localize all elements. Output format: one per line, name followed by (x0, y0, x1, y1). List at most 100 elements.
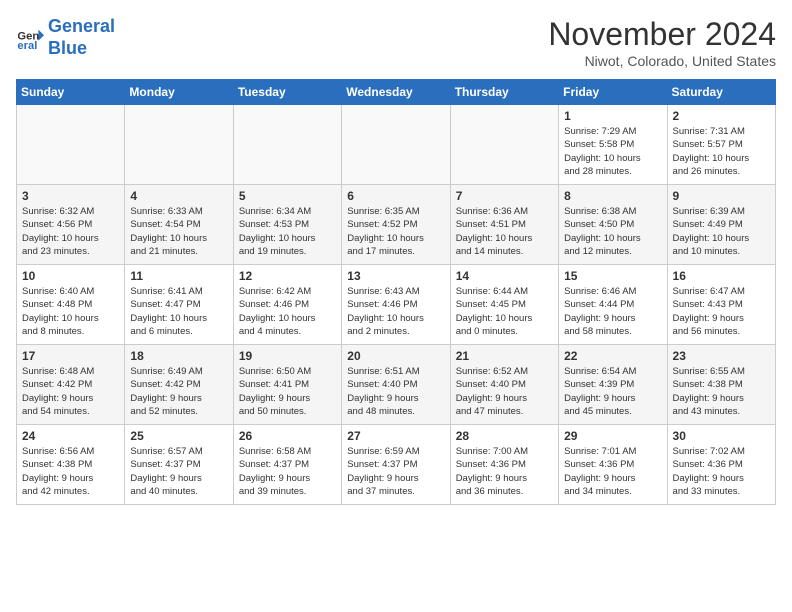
day-number: 15 (564, 269, 661, 283)
logo-line2: Blue (48, 38, 87, 58)
logo-text: General Blue (48, 16, 115, 59)
svg-text:eral: eral (17, 40, 37, 52)
day-number: 11 (130, 269, 227, 283)
day-info: Sunrise: 7:01 AM Sunset: 4:36 PM Dayligh… (564, 445, 661, 498)
day-cell: 29 Sunrise: 7:01 AM Sunset: 4:36 PM Dayli… (559, 425, 667, 505)
day-cell: 24 Sunrise: 6:56 AM Sunset: 4:38 PM Dayli… (17, 425, 125, 505)
day-cell: 18 Sunrise: 6:49 AM Sunset: 4:42 PM Dayli… (125, 345, 233, 425)
location-subtitle: Niwot, Colorado, United States (548, 53, 776, 69)
weekday-header-sunday: Sunday (17, 80, 125, 105)
weekday-header-wednesday: Wednesday (342, 80, 450, 105)
day-info: Sunrise: 7:00 AM Sunset: 4:36 PM Dayligh… (456, 445, 553, 498)
day-number: 14 (456, 269, 553, 283)
day-cell: 19 Sunrise: 6:50 AM Sunset: 4:41 PM Dayli… (233, 345, 341, 425)
day-info: Sunrise: 6:58 AM Sunset: 4:37 PM Dayligh… (239, 445, 336, 498)
day-info: Sunrise: 6:51 AM Sunset: 4:40 PM Dayligh… (347, 365, 444, 418)
day-info: Sunrise: 6:49 AM Sunset: 4:42 PM Dayligh… (130, 365, 227, 418)
day-info: Sunrise: 6:38 AM Sunset: 4:50 PM Dayligh… (564, 205, 661, 258)
day-info: Sunrise: 6:50 AM Sunset: 4:41 PM Dayligh… (239, 365, 336, 418)
weekday-header-saturday: Saturday (667, 80, 775, 105)
day-info: Sunrise: 6:48 AM Sunset: 4:42 PM Dayligh… (22, 365, 119, 418)
day-cell: 8 Sunrise: 6:38 AM Sunset: 4:50 PM Daylig… (559, 185, 667, 265)
logo: Gen eral General Blue (16, 16, 115, 59)
title-block: November 2024 Niwot, Colorado, United St… (548, 16, 776, 69)
day-cell: 15 Sunrise: 6:46 AM Sunset: 4:44 PM Dayli… (559, 265, 667, 345)
calendar-table: SundayMondayTuesdayWednesdayThursdayFrid… (16, 79, 776, 505)
day-cell: 17 Sunrise: 6:48 AM Sunset: 4:42 PM Dayli… (17, 345, 125, 425)
day-info: Sunrise: 6:39 AM Sunset: 4:49 PM Dayligh… (673, 205, 770, 258)
weekday-header-row: SundayMondayTuesdayWednesdayThursdayFrid… (17, 80, 776, 105)
day-cell (342, 105, 450, 185)
day-number: 20 (347, 349, 444, 363)
week-row-2: 3 Sunrise: 6:32 AM Sunset: 4:56 PM Daylig… (17, 185, 776, 265)
day-number: 3 (22, 189, 119, 203)
day-cell: 3 Sunrise: 6:32 AM Sunset: 4:56 PM Daylig… (17, 185, 125, 265)
day-cell: 30 Sunrise: 7:02 AM Sunset: 4:36 PM Dayli… (667, 425, 775, 505)
day-info: Sunrise: 6:34 AM Sunset: 4:53 PM Dayligh… (239, 205, 336, 258)
day-number: 6 (347, 189, 444, 203)
day-number: 12 (239, 269, 336, 283)
weekday-header-monday: Monday (125, 80, 233, 105)
day-number: 29 (564, 429, 661, 443)
day-number: 30 (673, 429, 770, 443)
day-cell: 28Sunrise: 7:00 AM Sunset: 4:36 PM Dayli… (450, 425, 558, 505)
week-row-1: 1 Sunrise: 7:29 AM Sunset: 5:58 PM Daylig… (17, 105, 776, 185)
day-number: 4 (130, 189, 227, 203)
week-row-4: 17 Sunrise: 6:48 AM Sunset: 4:42 PM Dayli… (17, 345, 776, 425)
weekday-header-tuesday: Tuesday (233, 80, 341, 105)
day-cell: 9 Sunrise: 6:39 AM Sunset: 4:49 PM Daylig… (667, 185, 775, 265)
day-info: Sunrise: 6:36 AM Sunset: 4:51 PM Dayligh… (456, 205, 553, 258)
month-title: November 2024 (548, 16, 776, 53)
day-cell: 16Sunrise: 6:47 AM Sunset: 4:43 PM Dayli… (667, 265, 775, 345)
week-row-3: 10Sunrise: 6:40 AM Sunset: 4:48 PM Dayli… (17, 265, 776, 345)
day-info: Sunrise: 6:59 AM Sunset: 4:37 PM Dayligh… (347, 445, 444, 498)
day-number: 27 (347, 429, 444, 443)
day-info: Sunrise: 6:46 AM Sunset: 4:44 PM Dayligh… (564, 285, 661, 338)
page-header: Gen eral General Blue November 2024 Niwo… (16, 16, 776, 69)
logo-line1: General (48, 16, 115, 36)
day-info: Sunrise: 6:41 AM Sunset: 4:47 PM Dayligh… (130, 285, 227, 338)
day-info: Sunrise: 6:55 AM Sunset: 4:38 PM Dayligh… (673, 365, 770, 418)
day-number: 21 (456, 349, 553, 363)
day-info: Sunrise: 6:32 AM Sunset: 4:56 PM Dayligh… (22, 205, 119, 258)
day-cell: 23Sunrise: 6:55 AM Sunset: 4:38 PM Dayli… (667, 345, 775, 425)
day-number: 25 (130, 429, 227, 443)
day-cell: 4Sunrise: 6:33 AM Sunset: 4:54 PM Daylig… (125, 185, 233, 265)
day-number: 26 (239, 429, 336, 443)
day-info: Sunrise: 6:54 AM Sunset: 4:39 PM Dayligh… (564, 365, 661, 418)
day-cell: 14 Sunrise: 6:44 AM Sunset: 4:45 PM Dayli… (450, 265, 558, 345)
calendar-body: 1 Sunrise: 7:29 AM Sunset: 5:58 PM Daylig… (17, 105, 776, 505)
day-number: 8 (564, 189, 661, 203)
day-cell: 2Sunrise: 7:31 AM Sunset: 5:57 PM Daylig… (667, 105, 775, 185)
day-number: 17 (22, 349, 119, 363)
day-info: Sunrise: 7:02 AM Sunset: 4:36 PM Dayligh… (673, 445, 770, 498)
logo-icon: Gen eral (16, 24, 44, 52)
day-cell: 21 Sunrise: 6:52 AM Sunset: 4:40 PM Dayli… (450, 345, 558, 425)
day-cell (233, 105, 341, 185)
day-cell (17, 105, 125, 185)
day-info: Sunrise: 7:29 AM Sunset: 5:58 PM Dayligh… (564, 125, 661, 178)
day-cell: 13 Sunrise: 6:43 AM Sunset: 4:46 PM Dayli… (342, 265, 450, 345)
day-number: 9 (673, 189, 770, 203)
day-cell: 22Sunrise: 6:54 AM Sunset: 4:39 PM Dayli… (559, 345, 667, 425)
day-number: 19 (239, 349, 336, 363)
day-info: Sunrise: 6:52 AM Sunset: 4:40 PM Dayligh… (456, 365, 553, 418)
day-number: 24 (22, 429, 119, 443)
day-cell: 26 Sunrise: 6:58 AM Sunset: 4:37 PM Dayli… (233, 425, 341, 505)
day-info: Sunrise: 6:56 AM Sunset: 4:38 PM Dayligh… (22, 445, 119, 498)
day-info: Sunrise: 6:35 AM Sunset: 4:52 PM Dayligh… (347, 205, 444, 258)
weekday-header-friday: Friday (559, 80, 667, 105)
day-number: 2 (673, 109, 770, 123)
day-info: Sunrise: 6:57 AM Sunset: 4:37 PM Dayligh… (130, 445, 227, 498)
day-number: 1 (564, 109, 661, 123)
day-cell: 12Sunrise: 6:42 AM Sunset: 4:46 PM Dayli… (233, 265, 341, 345)
day-cell: 5Sunrise: 6:34 AM Sunset: 4:53 PM Daylig… (233, 185, 341, 265)
day-cell (125, 105, 233, 185)
day-info: Sunrise: 6:44 AM Sunset: 4:45 PM Dayligh… (456, 285, 553, 338)
day-cell (450, 105, 558, 185)
day-info: Sunrise: 6:43 AM Sunset: 4:46 PM Dayligh… (347, 285, 444, 338)
day-number: 18 (130, 349, 227, 363)
day-number: 13 (347, 269, 444, 283)
week-row-5: 24 Sunrise: 6:56 AM Sunset: 4:38 PM Dayli… (17, 425, 776, 505)
day-number: 16 (673, 269, 770, 283)
